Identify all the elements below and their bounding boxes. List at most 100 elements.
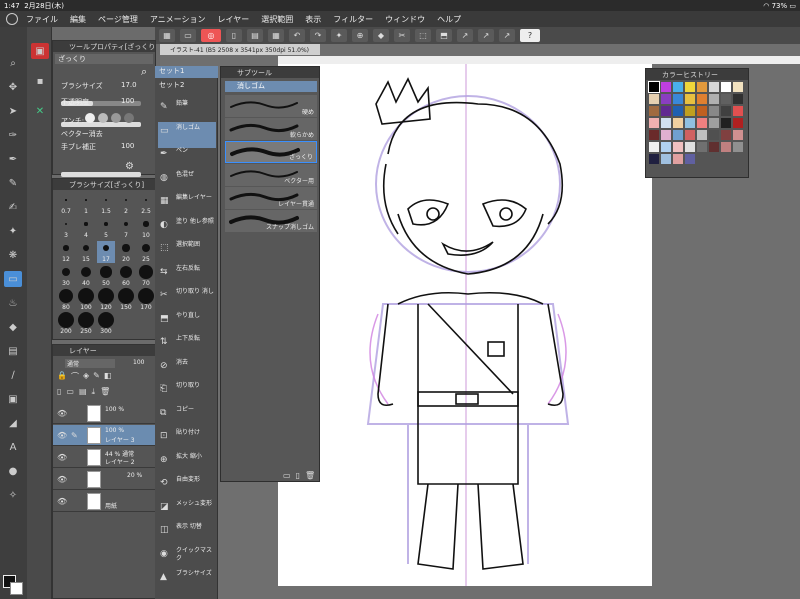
menu-selection[interactable]: 選択範囲 [261, 14, 293, 25]
color-swatch[interactable] [685, 130, 695, 140]
brush-size-cell[interactable]: 70 [137, 265, 155, 287]
color-swatch[interactable] [733, 106, 743, 116]
color-swatch[interactable] [673, 94, 683, 104]
color-swatch[interactable] [721, 94, 731, 104]
color-swatch[interactable] [673, 154, 683, 164]
menu-page[interactable]: ページ管理 [98, 14, 138, 25]
help-icon[interactable]: ? [520, 29, 540, 42]
layer-row[interactable]: 👁 20 % [53, 469, 157, 490]
sub-tool-item[interactable]: ざっくり [225, 141, 317, 163]
color-swatch[interactable] [649, 118, 659, 128]
color-swatch[interactable] [697, 94, 707, 104]
brush-size-cell[interactable]: 0.7 [57, 193, 75, 215]
color-swatch[interactable] [673, 142, 683, 152]
color-swatch[interactable] [685, 106, 695, 116]
tool-list-item[interactable]: ⧉ コピー [158, 404, 216, 430]
layer-row[interactable]: 👁 用紙 [53, 491, 157, 512]
menu-help[interactable]: ヘルプ [437, 14, 461, 25]
brush-size-cell[interactable]: 300 [97, 312, 115, 335]
ruler-snap-icon[interactable]: ↗ [457, 29, 473, 42]
brush-size-cell[interactable]: 1 [77, 193, 95, 215]
grid-icon[interactable]: ▦ [159, 29, 175, 42]
deselect-icon[interactable]: ⬚ [415, 29, 431, 42]
text-icon[interactable]: A [4, 439, 22, 455]
tool-list-item[interactable]: ◐ 塗り 他レ参照 [158, 216, 216, 242]
fill-selection-icon[interactable]: ◆ [373, 29, 389, 42]
sub-tool-group-tab[interactable]: 消しゴム [225, 81, 317, 92]
brush-icon[interactable]: ✍ [4, 199, 22, 215]
tool-list-item[interactable]: ◍ 色混ぜ [158, 169, 216, 195]
brush-size-cell[interactable]: 12 [57, 241, 75, 263]
figure-icon[interactable]: ∕ [4, 367, 22, 383]
sub-tool-item[interactable]: レイヤー貫通 [225, 187, 317, 209]
blend-icon[interactable]: ♨ [4, 295, 22, 311]
gradient-icon[interactable]: ▤ [4, 343, 22, 359]
color-swatch[interactable] [673, 106, 683, 116]
color-swatch[interactable] [721, 106, 731, 116]
color-swatch[interactable] [685, 82, 695, 92]
settings-icon[interactable]: ⚙ [125, 161, 134, 172]
antialias-options[interactable] [85, 113, 145, 123]
vector-erase-label[interactable]: ベクター消去 [61, 129, 103, 139]
color-swatch[interactable] [649, 154, 659, 164]
sub-tool-item[interactable]: ベクター用 [225, 164, 317, 186]
new-file-icon[interactable]: ▯ [226, 29, 242, 42]
operation-icon[interactable]: ➤ [4, 103, 22, 119]
tool-set-tab-1[interactable]: セット1 [155, 66, 218, 78]
clear-icon[interactable]: ✦ [331, 29, 347, 42]
color-swatch[interactable] [709, 142, 719, 152]
redo-icon[interactable]: ↷ [310, 29, 326, 42]
sub-color-swatch[interactable] [10, 582, 23, 595]
brush-size-cell[interactable]: 30 [57, 265, 75, 287]
save-icon[interactable]: ▦ [268, 29, 284, 42]
eyedropper-icon[interactable]: ✑ [4, 127, 22, 143]
delete-layer-icon[interactable]: 🗑 [100, 387, 110, 399]
pen-icon[interactable]: ✒ [4, 151, 22, 167]
tool-list-item[interactable]: ⎗ 切り取り [158, 380, 216, 406]
brush-size-cell[interactable]: 15 [77, 241, 95, 263]
merge-down-icon[interactable]: ⤓ [92, 387, 96, 399]
brush-size-cell[interactable]: 4 [77, 217, 95, 239]
color-swatch[interactable] [697, 130, 707, 140]
grid-snap-icon[interactable]: ↗ [499, 29, 515, 42]
tool-set-tab-2[interactable]: セット2 [155, 80, 218, 92]
color-swatch[interactable] [648, 81, 660, 93]
brush-size-cell[interactable]: 60 [117, 265, 135, 287]
open-file-icon[interactable]: ▤ [247, 29, 263, 42]
eraser-icon[interactable]: ▭ [4, 271, 22, 287]
tool-list-item[interactable]: ✂ 切り取り 消し [158, 286, 216, 312]
color-swatch[interactable] [697, 142, 707, 152]
brush-size-cell[interactable]: 7 [117, 217, 135, 239]
canvas-paper[interactable] [278, 64, 652, 586]
brush-size-cell[interactable]: 1.5 [97, 193, 115, 215]
color-swatch[interactable] [709, 82, 719, 92]
draft-icon[interactable]: ✎ [93, 371, 100, 383]
brush-size-cell[interactable]: 10 [137, 217, 155, 239]
color-swatch[interactable] [733, 118, 743, 128]
lock-icon[interactable]: 🔒 [57, 371, 67, 383]
color-swatch[interactable] [709, 106, 719, 116]
color-swatch[interactable] [649, 106, 659, 116]
new-sub-tool-icon[interactable]: ▯ [296, 471, 300, 480]
brush-size-cell[interactable]: 170 [137, 288, 155, 311]
reference-icon[interactable]: ◈ [83, 371, 89, 383]
brush-size-cell[interactable]: 40 [77, 265, 95, 287]
color-swatch[interactable] [733, 142, 743, 152]
fill-icon[interactable]: ◆ [4, 319, 22, 335]
pencil-icon[interactable]: ✎ [4, 175, 22, 191]
eye-icon[interactable]: 👁 [57, 475, 67, 484]
brush-size-cell[interactable]: 20 [117, 241, 135, 263]
color-swatch[interactable] [709, 94, 719, 104]
zoom-icon[interactable]: ⌕ [4, 55, 22, 71]
mask-icon[interactable]: ◧ [104, 371, 112, 383]
tool-list-item[interactable]: ⊡ 貼り付け [158, 427, 216, 453]
zoom-icon[interactable]: ⌕ [141, 65, 147, 79]
color-swatch[interactable] [661, 142, 671, 152]
new-raster-layer-icon[interactable]: ▯ [57, 387, 61, 399]
brush-size-cell[interactable]: 100 [77, 288, 95, 311]
brush-size-cell[interactable]: 120 [97, 288, 115, 311]
ruler-icon[interactable]: ◢ [4, 415, 22, 431]
color-swatch[interactable] [697, 82, 707, 92]
brush-size-cell[interactable]: 250 [77, 312, 95, 335]
sub-tool-vector-icon[interactable]: ✕ [31, 103, 49, 119]
